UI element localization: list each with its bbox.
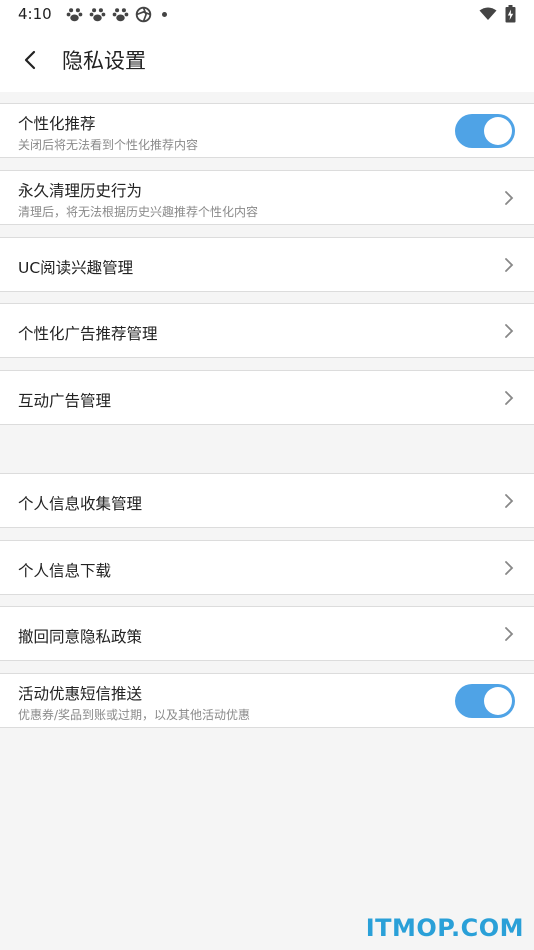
setting-personalized-ad[interactable]: 个性化广告推荐管理 [0,303,534,358]
app-header: 隐私设置 [0,28,534,92]
status-bar: 4:10 [0,0,534,28]
paw-icon [89,7,106,21]
setting-revoke-privacy[interactable]: 撤回同意隐私政策 [0,606,534,661]
chevron-right-icon [505,627,514,641]
setting-personal-info-download[interactable]: 个人信息下载 [0,540,534,595]
dot-icon [161,11,167,17]
wifi-icon [479,7,497,20]
chevron-right-icon [505,258,514,272]
paw-icon [112,7,129,21]
aperture-icon [135,6,151,22]
page-title: 隐私设置 [62,49,146,73]
personalized-recommend-toggle[interactable] [455,114,515,148]
chevron-right-icon [505,561,514,575]
chevron-right-icon [505,324,514,338]
setting-clear-history[interactable]: 永久清理历史行为 清理后，将无法根据历史兴趣推荐个性化内容 [0,170,534,225]
setting-subtitle: 关闭后将无法看到个性化推荐内容 [18,138,199,152]
setting-title: 个性化广告推荐管理 [18,325,158,343]
watermark: ITMOP.COM [365,914,524,942]
paw-icon [66,7,83,21]
setting-title: 个性化推荐 [18,115,96,133]
setting-promo-sms[interactable]: 活动优惠短信推送 优惠券/奖品到账或过期，以及其他活动优惠 [0,673,534,728]
back-button[interactable] [0,28,60,92]
setting-title: 永久清理历史行为 [18,182,143,200]
battery-charging-icon [505,5,516,23]
setting-interactive-ad[interactable]: 互动广告管理 [0,370,534,425]
chevron-right-icon [505,494,514,508]
setting-personal-info-collect[interactable]: 个人信息收集管理 [0,473,534,528]
setting-title: 活动优惠短信推送 [18,685,143,703]
setting-subtitle: 清理后，将无法根据历史兴趣推荐个性化内容 [18,205,259,219]
notification-icons [66,6,167,23]
setting-title: 个人信息收集管理 [18,495,143,513]
system-icons [479,5,516,23]
setting-subtitle: 优惠券/奖品到账或过期，以及其他活动优惠 [18,708,251,722]
chevron-left-icon [24,50,36,70]
setting-title: 个人信息下载 [18,562,112,580]
status-time: 4:10 [18,5,52,23]
setting-title: 撤回同意隐私政策 [18,628,143,646]
toggle-knob [484,117,512,145]
setting-title: 互动广告管理 [18,392,112,410]
chevron-right-icon [505,191,514,205]
setting-personalized-recommend[interactable]: 个性化推荐 关闭后将无法看到个性化推荐内容 [0,103,534,158]
setting-uc-reading-interest[interactable]: UC阅读兴趣管理 [0,237,534,292]
promo-sms-toggle[interactable] [455,684,515,718]
toggle-knob [484,687,512,715]
chevron-right-icon [505,391,514,405]
setting-title: UC阅读兴趣管理 [18,259,134,277]
